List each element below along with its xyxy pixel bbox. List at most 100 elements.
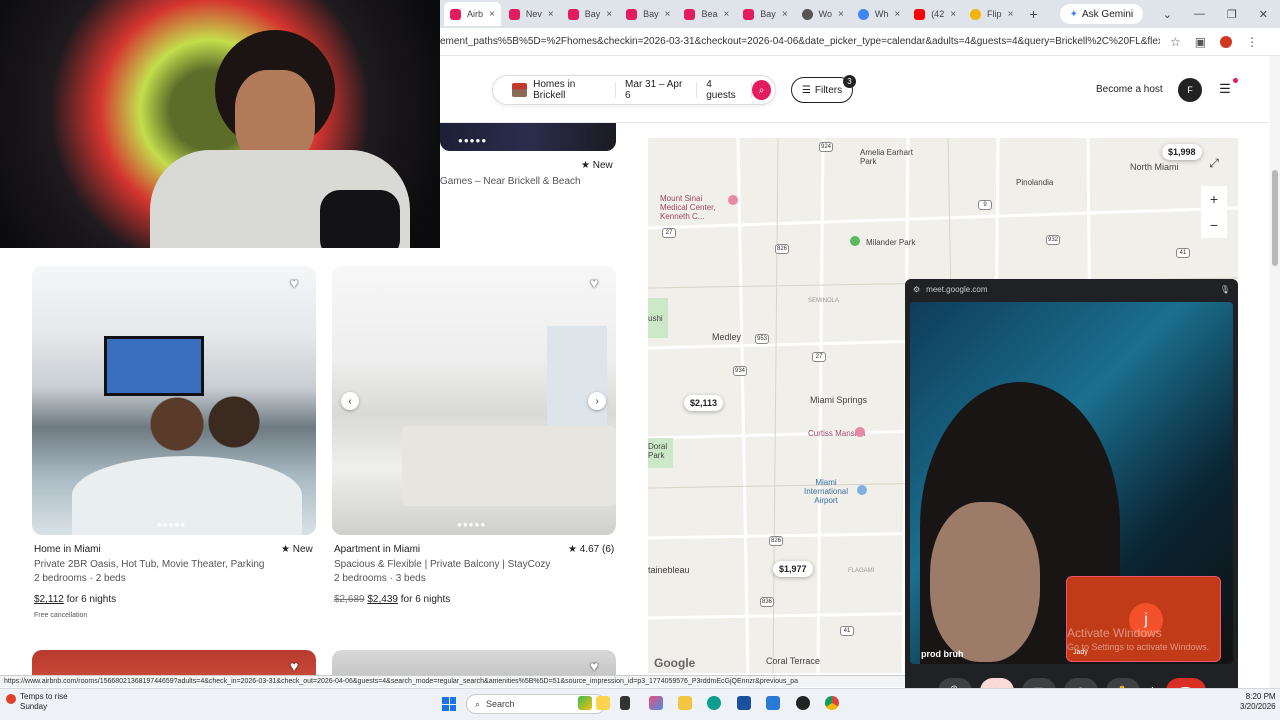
become-host-link[interactable]: Become a host xyxy=(1096,84,1163,95)
system-clock[interactable]: 8:20 PM 3/20/2026 xyxy=(1240,692,1276,712)
ask-gemini-button[interactable]: ✦ Ask Gemini xyxy=(1059,4,1144,24)
guests-segment[interactable]: 4 guests xyxy=(697,79,753,101)
close-tab-icon[interactable]: × xyxy=(894,9,900,20)
listing-type[interactable]: Apartment in Miami xyxy=(334,544,420,555)
close-tab-icon[interactable]: × xyxy=(606,9,612,20)
carousel-dots: ●●●●● xyxy=(157,520,187,529)
wishlist-heart-icon[interactable]: ♥ xyxy=(290,275,298,291)
chevron-right-icon: › xyxy=(595,395,599,407)
tab-7[interactable]: Wo × xyxy=(796,2,850,26)
tab-5[interactable]: Bea × xyxy=(678,2,735,26)
avatar[interactable]: F xyxy=(1178,78,1202,102)
url-field[interactable]: ement_paths%5B%5D=%2Fhomes&checkin=2026-… xyxy=(440,36,1160,47)
search-button[interactable]: ⌕ xyxy=(752,80,771,100)
gemini-sparkle-icon: ✦ xyxy=(1069,8,1078,20)
page-scrollbar[interactable] xyxy=(1270,56,1280,688)
tab-2[interactable]: Nev × xyxy=(503,2,560,26)
photos-taskbar-icon[interactable] xyxy=(649,696,663,710)
park-pin-icon xyxy=(850,236,860,246)
highway-shield: 934 xyxy=(733,366,747,376)
highway-shield: 924 xyxy=(819,142,833,152)
close-window-icon[interactable]: ✕ xyxy=(1259,8,1268,21)
profile-icon[interactable] xyxy=(1220,35,1233,48)
copilot-taskbar-icon[interactable] xyxy=(578,696,592,710)
carousel-next-button[interactable]: › xyxy=(588,392,606,410)
close-tab-icon[interactable]: × xyxy=(723,9,729,20)
tab-10[interactable]: Flip × xyxy=(964,2,1019,26)
close-tab-icon[interactable]: × xyxy=(950,9,956,20)
minimize-icon[interactable]: — xyxy=(1194,8,1205,21)
close-tab-icon[interactable]: × xyxy=(782,9,788,20)
tab-6[interactable]: Bay × xyxy=(737,2,793,26)
map-price-pin[interactable]: $1,998 xyxy=(1162,144,1202,160)
chrome-taskbar-icon[interactable] xyxy=(825,696,839,710)
tab-4[interactable]: Bay × xyxy=(620,2,676,26)
restore-icon[interactable]: ❐ xyxy=(1227,8,1237,21)
mail-taskbar-icon[interactable] xyxy=(766,696,780,710)
scrollbar-thumb[interactable] xyxy=(1272,170,1278,266)
listing-image-next-2[interactable] xyxy=(332,650,616,678)
listing-description: Private 2BR Oasis, Hot Tub, Movie Theate… xyxy=(34,559,265,570)
widgets-taskbar-icon[interactable] xyxy=(596,696,610,710)
cast-icon[interactable]: ▣ xyxy=(1195,35,1206,49)
search-icon: ⌕ xyxy=(758,84,765,96)
wishlist-heart-icon[interactable]: ♥ xyxy=(290,658,298,674)
tab-3[interactable]: Bay × xyxy=(562,2,618,26)
dates-segment[interactable]: Mar 31 – Apr 6 xyxy=(616,79,698,101)
close-tab-icon[interactable]: × xyxy=(665,9,671,20)
listing-image-hot-tub[interactable] xyxy=(32,266,316,535)
bookmark-star-icon[interactable]: ☆ xyxy=(1170,35,1181,49)
wishlist-heart-icon[interactable]: ♥ xyxy=(590,658,598,674)
close-tab-icon[interactable]: × xyxy=(489,9,495,20)
app-taskbar-icon[interactable] xyxy=(796,696,810,710)
close-tab-icon[interactable]: × xyxy=(1008,9,1014,20)
listing-type[interactable]: Home in Miami xyxy=(34,544,101,555)
map-price-pin[interactable]: $2,113 xyxy=(684,395,724,411)
participant-name: prod bruh xyxy=(921,649,964,659)
weather-widget[interactable]: Temps to rise Sunday xyxy=(20,692,68,712)
task-view-icon[interactable] xyxy=(620,696,630,710)
store-taskbar-icon[interactable] xyxy=(737,696,751,710)
start-button[interactable] xyxy=(442,697,456,711)
windows-activation-watermark: Activate Windows Go to Settings to activa… xyxy=(1067,626,1210,652)
new-tab-button[interactable]: + xyxy=(1021,6,1045,22)
listing-image-next-1[interactable] xyxy=(32,650,316,678)
close-tab-icon[interactable]: × xyxy=(548,9,554,20)
airbnb-favicon-icon xyxy=(450,8,461,20)
guest-heads xyxy=(142,394,262,474)
address-bar: ement_paths%5B%5D=%2Fhomes&checkin=2026-… xyxy=(440,28,1280,56)
sofa xyxy=(402,426,616,506)
house-icon xyxy=(512,83,528,97)
link-status-bar: https://www.airbnb.com/rooms/15668021368… xyxy=(0,675,905,687)
file-explorer-icon[interactable] xyxy=(678,696,692,710)
settings-tune-icon[interactable]: ⚙ xyxy=(913,285,920,294)
search-pill[interactable]: Homes in Brickell Mar 31 – Apr 6 4 guest… xyxy=(492,75,776,105)
map-label: Miami Springs xyxy=(810,395,868,405)
zoom-out-button[interactable]: − xyxy=(1201,212,1227,238)
location-segment[interactable]: Homes in Brickell xyxy=(503,79,617,101)
listing-price[interactable]: $2,689 $2,439 for 6 nights xyxy=(334,594,450,605)
weather-icon[interactable] xyxy=(6,694,16,704)
map-fullscreen-icon[interactable]: ⤢ xyxy=(1201,150,1227,176)
highway-shield: 826 xyxy=(775,244,789,254)
address-bar-icons: ☆ ▣ ⋮ xyxy=(1170,35,1258,49)
edge-browser-icon[interactable] xyxy=(707,696,721,710)
close-tab-icon[interactable]: × xyxy=(838,9,844,20)
youtube-favicon-icon xyxy=(914,8,926,20)
map-price-pin[interactable]: $1,977 xyxy=(773,561,813,577)
zoom-in-button[interactable]: + xyxy=(1201,186,1227,212)
listing-beds: 2 bedrooms · 2 beds xyxy=(34,573,126,584)
carousel-prev-button[interactable]: ‹ xyxy=(341,392,359,410)
tab-9[interactable]: (42 × xyxy=(908,2,962,26)
more-menu-icon[interactable]: ⋮ xyxy=(1246,35,1258,49)
tab-airbnb[interactable]: Airb × xyxy=(444,2,501,26)
tab-search-icon[interactable]: ⌄ xyxy=(1163,8,1172,21)
highway-shield: 9 xyxy=(978,200,992,210)
webcam-overlay xyxy=(0,0,440,248)
tab-8[interactable]: Wh × xyxy=(852,2,906,26)
listing-price[interactable]: $2,112 for 6 nights xyxy=(34,594,116,605)
wishlist-heart-icon[interactable]: ♥ xyxy=(590,275,598,291)
listing-image-apartment[interactable] xyxy=(332,266,616,535)
airbnb-favicon-icon xyxy=(626,8,638,20)
browser-tab-bar: Airb × Nev × Bay × Bay × Bea × Bay × Wo × Wh × (… xyxy=(440,0,1280,28)
